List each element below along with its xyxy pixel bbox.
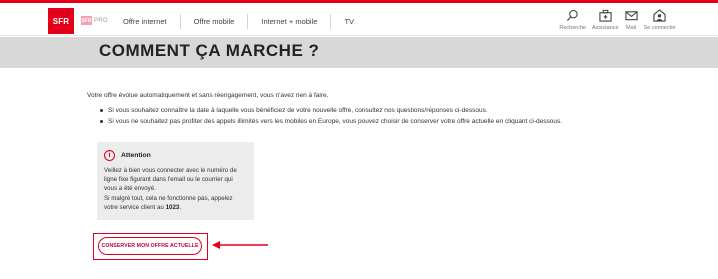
intro-text: Votre offre évolue automatiquement et sa… xyxy=(87,92,329,99)
sfr-pro-badge: SFR xyxy=(81,16,92,25)
info-icon: i xyxy=(104,150,115,161)
home-user-icon xyxy=(653,9,666,22)
mail-button[interactable]: Mail xyxy=(624,9,638,31)
search-icon xyxy=(567,9,578,22)
attention-line: Si malgré tout, cela ne fonctionne pas, … xyxy=(104,194,233,202)
attention-line: votre service client au 1023. xyxy=(104,203,237,212)
nav-item-offre-mobile[interactable]: Offre mobile xyxy=(179,14,248,29)
login-button[interactable]: Se connecter xyxy=(644,9,676,31)
attention-line: Veillez à bien vous connecter avec le nu… xyxy=(104,167,237,174)
hero-banner: COMMENT ÇA MARCHE ? xyxy=(0,37,718,68)
assistance-label: Assistance xyxy=(591,25,619,31)
mail-label: Mail xyxy=(626,25,637,31)
main-nav: Offre internet Offre mobile Internet + m… xyxy=(110,14,367,29)
site-header: SFR SFR PRO Offre internet Offre mobile … xyxy=(0,3,718,36)
attention-body: Veillez à bien vous connecter avec le nu… xyxy=(104,166,237,212)
sfr-logo[interactable]: SFR xyxy=(48,8,74,34)
nav-item-offre-internet[interactable]: Offre internet xyxy=(110,14,180,29)
toolbox-icon xyxy=(599,9,612,22)
arrow-pointer-icon xyxy=(212,241,268,249)
page-title: COMMENT ÇA MARCHE ? xyxy=(99,41,320,60)
list-item: Si vous souhaitez connaître la date à la… xyxy=(98,105,562,116)
mail-icon xyxy=(624,11,638,21)
customer-service-number: 1023 xyxy=(165,203,180,211)
attention-line-end: . xyxy=(179,203,182,211)
nav-item-tv[interactable]: TV xyxy=(330,14,367,29)
keep-current-offer-button[interactable]: CONSERVER MON OFFRE ACTUELLE xyxy=(98,237,202,255)
info-list: Si vous souhaitez connaître la date à la… xyxy=(98,105,562,127)
attention-title: Attention xyxy=(121,152,151,159)
assistance-button[interactable]: Assistance xyxy=(592,9,619,31)
list-item: Si vous ne souhaitez pas profiter des ap… xyxy=(98,116,562,127)
attention-line: ligne fixe figurant dans l'email ou le c… xyxy=(104,176,233,184)
attention-line-text: votre service client au xyxy=(104,203,166,211)
attention-line: vous a été envoyé. xyxy=(104,185,156,193)
attention-header: i Attention xyxy=(104,150,151,161)
login-label: Se connecter xyxy=(643,25,676,31)
header-actions: Recherche Assistance Mail Se connecter xyxy=(553,9,676,31)
sfr-pro-label: PRO xyxy=(94,17,108,24)
nav-item-internet-mobile[interactable]: Internet + mobile xyxy=(247,14,330,29)
attention-box: i Attention Veillez à bien vous connecte… xyxy=(97,142,254,220)
search-button[interactable]: Recherche xyxy=(559,9,586,31)
search-label: Recherche xyxy=(559,25,586,31)
sfr-pro-logo[interactable]: SFR PRO xyxy=(81,16,108,25)
